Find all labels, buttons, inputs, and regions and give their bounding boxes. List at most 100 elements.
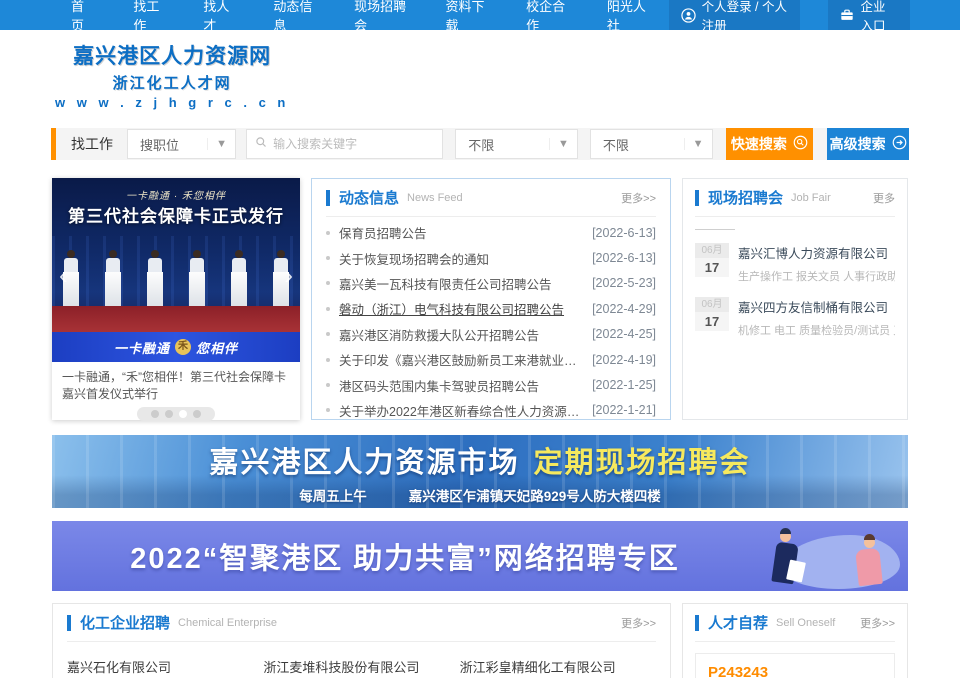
news-feed-subtitle: News Feed: [407, 192, 463, 204]
advanced-search-label: 高级搜索: [830, 134, 886, 154]
news-item[interactable]: 关于印发《嘉兴港区鼓励新员工来港就业补助操作...[2022-4-19]: [326, 347, 656, 372]
job-fair-more-link[interactable]: 更多: [873, 190, 895, 206]
date-badge: 06月 17: [695, 243, 729, 284]
talent-header: 人才自荐 Sell Oneself 更多>>: [695, 604, 895, 642]
bullet-icon: [326, 383, 330, 387]
chemical-company-item[interactable]: 浙江麦堆科技股份有限公司 销售专员 会计 土建主管: [263, 657, 459, 678]
filter-select-1[interactable]: 不限 ▼: [455, 129, 578, 159]
job-fair-company: 嘉兴汇博人力资源有限公司: [738, 243, 895, 262]
filter-2-value: 不限: [591, 135, 684, 154]
advanced-search-button[interactable]: 高级搜索: [827, 128, 909, 160]
talent-card[interactable]: P243243 男 ｜ 嘉兴市->嘉兴港区 ｜ 八年以上: [695, 653, 895, 678]
blue-accent-bar: [67, 615, 71, 631]
chemical-more-link[interactable]: 更多>>: [621, 615, 656, 631]
carousel-dots: [137, 407, 215, 421]
nav-item-downloads[interactable]: 资料下载: [426, 0, 507, 30]
banner2-title: 2022“智聚港区 助力共富”网络招聘专区: [52, 535, 758, 577]
news-item[interactable]: 港区码头范围内集卡驾驶员招聘公告[2022-1-25]: [326, 372, 656, 397]
job-fair-subtitle: Job Fair: [791, 192, 831, 204]
orange-accent-bar: [51, 128, 56, 160]
talent-panel: 人才自荐 Sell Oneself 更多>> P243243 男 ｜ 嘉兴市->…: [682, 603, 908, 678]
enterprise-entry-button[interactable]: 企业入口: [828, 0, 909, 30]
job-fair-item[interactable]: 06月 17 嘉兴汇博人力资源有限公司 生产操作工 报关文员 人事行政助理...: [695, 243, 895, 284]
news-more-link[interactable]: 更多>>: [621, 190, 656, 206]
nav-item-home[interactable]: 首 页: [52, 0, 114, 30]
illustration-person-suit: [770, 531, 800, 583]
job-search-bar: 找工作 搜职位 ▼ 不限 ▼ 不限 ▼ 快速搜索 高级搜索: [51, 128, 909, 160]
carousel-caption[interactable]: 一卡融通，“禾”您相伴！第三代社会保障卡嘉兴首发仪式举行: [52, 362, 300, 404]
filter-1-value: 不限: [456, 135, 549, 154]
chemical-company-item[interactable]: 浙江彩皇精细化工有限公司 普工（制造科） 营业担当: [460, 657, 656, 678]
talent-title: 人才自荐: [708, 612, 768, 633]
divider: [695, 229, 735, 230]
logo-url: w w w . z j h g r c . c n: [55, 95, 289, 110]
bullet-icon: [326, 256, 330, 260]
position-type-select[interactable]: 搜职位 ▼: [127, 129, 236, 159]
filter-select-2[interactable]: 不限 ▼: [590, 129, 713, 159]
blue-accent-bar: [326, 190, 330, 206]
arrow-circle-icon: [892, 135, 907, 153]
carousel-dot[interactable]: [151, 410, 159, 418]
bullet-icon: [326, 307, 330, 311]
news-item[interactable]: 关于恢复现场招聘会的通知[2022-6-13]: [326, 245, 656, 270]
news-item[interactable]: 保育员招聘公告[2022-6-13]: [326, 220, 656, 245]
illustration-person-pink: [854, 537, 884, 585]
position-type-value: 搜职位: [128, 135, 207, 154]
nav-item-sunshine-hr[interactable]: 阳光人社: [588, 0, 669, 30]
news-item[interactable]: 关于举办2022年港区新春综合性人力资源暨春风...[2022-1-21]: [326, 398, 656, 423]
news-item[interactable]: 嘉兴港区消防救援大队公开招聘公告[2022-4-25]: [326, 322, 656, 347]
online-recruitment-banner[interactable]: 2022“智聚港区 助力共富”网络招聘专区: [52, 521, 908, 591]
talent-more-link[interactable]: 更多>>: [860, 615, 895, 631]
carousel-dot-active[interactable]: [179, 410, 187, 418]
banner1-title-white: 嘉兴港区人力资源市场: [209, 447, 519, 479]
job-fair-panel: 现场招聘会 Job Fair 更多 06月 17 嘉兴汇博人力资源有限公司 生产…: [682, 178, 908, 420]
talent-id: P243243: [708, 664, 882, 678]
news-feed-header: 动态信息 News Feed 更多>>: [326, 179, 656, 217]
personal-login-label: 个人登录 / 个人注册: [702, 0, 789, 34]
nav-item-school-cooperation[interactable]: 校企合作: [507, 0, 588, 30]
chemical-title: 化工企业招聘: [80, 612, 170, 633]
news-feed-panel: 动态信息 News Feed 更多>> 保育员招聘公告[2022-6-13] 关…: [311, 178, 671, 420]
job-fair-item[interactable]: 06月 17 嘉兴四方友信制桶有限公司 机修工 电工 质量检验员/测试员 叉车.…: [695, 297, 895, 338]
nav-item-news[interactable]: 动态信息: [254, 0, 335, 30]
briefcase-icon: [840, 8, 854, 22]
nav-item-job-fair[interactable]: 现场招聘会: [335, 0, 426, 30]
chemical-enterprise-panel: 化工企业招聘 Chemical Enterprise 更多>> 嘉兴石化有限公司…: [52, 603, 671, 678]
news-item-hovered[interactable]: 磐动（浙江）电气科技有限公司招聘公告[2022-4-29]: [326, 296, 656, 321]
banner2-illustration: [742, 525, 902, 591]
blue-accent-bar: [695, 615, 699, 631]
quick-search-button[interactable]: 快速搜索: [726, 128, 814, 160]
carousel-dot[interactable]: [193, 410, 201, 418]
blue-accent-bar: [695, 190, 699, 206]
carousel-next-arrow[interactable]: ›: [284, 262, 293, 288]
job-fair-title: 现场招聘会: [708, 187, 783, 208]
personal-login-button[interactable]: 个人登录 / 个人注册: [669, 0, 801, 30]
job-fair-company: 嘉兴四方友信制桶有限公司: [738, 297, 895, 316]
carousel-dot[interactable]: [165, 410, 173, 418]
bullet-icon: [326, 281, 330, 285]
job-fair-positions: 机修工 电工 质量检验员/测试员 叉车...: [738, 322, 895, 338]
bullet-icon: [326, 231, 330, 235]
keyword-search-box: [246, 129, 443, 159]
chemical-header: 化工企业招聘 Chemical Enterprise 更多>>: [67, 604, 656, 642]
news-item[interactable]: 嘉兴美一瓦科技有限责任公司招聘公告[2022-5-23]: [326, 271, 656, 296]
nav-item-find-talent[interactable]: 找人才: [184, 0, 254, 30]
bottom-content-row: 化工企业招聘 Chemical Enterprise 更多>> 嘉兴石化有限公司…: [52, 603, 908, 678]
search-section-label: 找工作: [71, 134, 113, 154]
keyword-search-input[interactable]: [273, 137, 434, 151]
chemical-company-item[interactable]: 嘉兴石化有限公司 工艺员 设备管理 保卫（残疾工）: [67, 657, 263, 678]
logo-title: 嘉兴港区人力资源网: [55, 40, 289, 70]
news-carousel: 一卡融通 · 禾您相伴 第三代社会保障卡正式发行 一卡融通 禾 您相伴 ‹ › …: [52, 178, 300, 420]
stage-floor: [52, 306, 300, 332]
site-logo[interactable]: 嘉兴港区人力资源网 浙江化工人才网 w w w . z j h g r c . …: [55, 40, 289, 110]
nav-item-find-job[interactable]: 找工作: [114, 0, 184, 30]
chemical-subtitle: Chemical Enterprise: [178, 617, 277, 629]
slide-bottom-right: 您相伴: [196, 338, 238, 357]
carousel-prev-arrow[interactable]: ‹: [59, 262, 68, 288]
slide-bottom-banner: 一卡融通 禾 您相伴: [52, 332, 300, 362]
logo-subtitle: 浙江化工人才网: [55, 72, 289, 93]
job-fair-header: 现场招聘会 Job Fair 更多: [695, 179, 895, 217]
chevron-down-icon: ▼: [207, 138, 235, 150]
carousel-slide[interactable]: 一卡融通 · 禾您相伴 第三代社会保障卡正式发行 一卡融通 禾 您相伴 ‹ ›: [52, 178, 300, 362]
recruitment-market-banner[interactable]: 嘉兴港区人力资源市场定期现场招聘会 每周五上午嘉兴港区乍浦镇天妃路929号人防大…: [52, 435, 908, 508]
